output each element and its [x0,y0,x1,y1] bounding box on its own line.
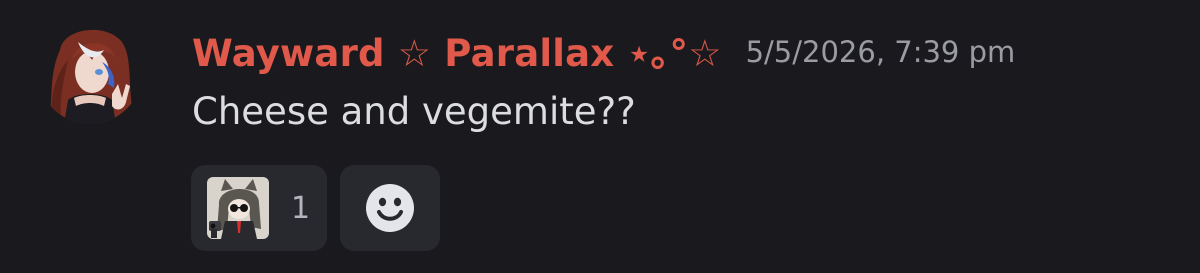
add-reaction-button[interactable] [340,165,440,251]
message-timestamp[interactable]: 5/5/2026, 7:39 pm [746,35,1016,69]
reaction-button[interactable]: 1 [191,165,327,251]
reactions-bar: 1 [191,165,440,251]
author-avatar[interactable] [38,20,142,124]
custom-emoji-icon [207,177,269,239]
chat-message: Wayward ☆ Parallax ⋆｡°☆ 5/5/2026, 7:39 p… [0,0,1200,273]
message-content: Cheese and vegemite?? [192,90,636,133]
message-header: Wayward ☆ Parallax ⋆｡°☆ 5/5/2026, 7:39 p… [192,24,1015,76]
avatar-image [38,20,142,124]
reaction-count: 1 [291,190,311,226]
smile-icon [366,184,414,232]
author-username[interactable]: Wayward ☆ Parallax ⋆｡°☆ [192,23,722,77]
